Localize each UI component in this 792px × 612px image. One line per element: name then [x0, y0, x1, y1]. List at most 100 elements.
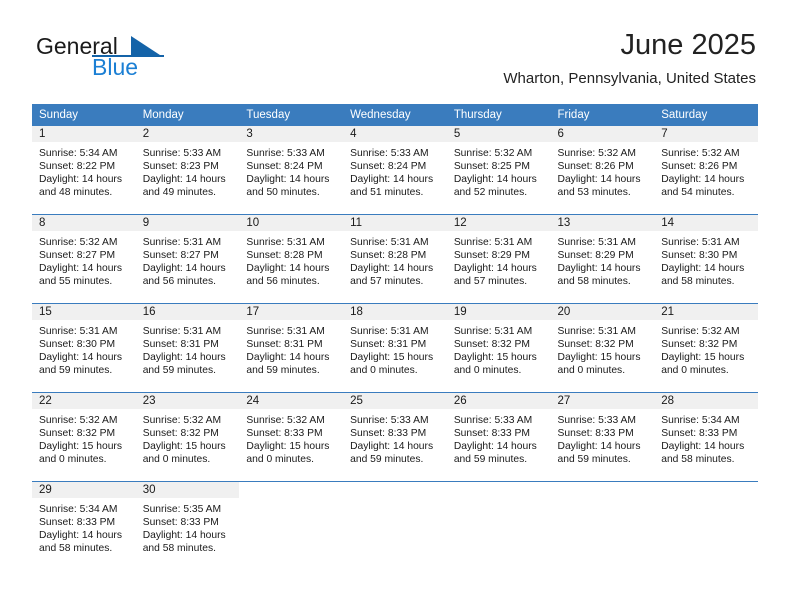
day-cell-empty: [446, 481, 551, 568]
day-cell[interactable]: 9 Sunrise: 5:31 AM Sunset: 8:27 PM Dayli…: [135, 214, 240, 304]
daylight-text-line2: and 59 minutes.: [557, 454, 631, 466]
day-cell[interactable]: 17 Sunrise: 5:31 AM Sunset: 8:31 PM Dayl…: [239, 303, 344, 393]
day-cell[interactable]: 25 Sunrise: 5:33 AM Sunset: 8:33 PM Dayl…: [343, 392, 447, 482]
day-info: Sunrise: 5:32 AM Sunset: 8:26 PM Dayligh…: [551, 142, 655, 199]
day-cell[interactable]: 13 Sunrise: 5:31 AM Sunset: 8:29 PM Dayl…: [550, 214, 655, 304]
day-number: 8: [32, 215, 136, 231]
week-row: 8 Sunrise: 5:32 AM Sunset: 8:27 PM Dayli…: [32, 214, 758, 304]
daylight-text-line2: and 58 minutes.: [661, 454, 735, 466]
sunrise-text: Sunrise: 5:34 AM: [39, 504, 118, 515]
day-info: Sunrise: 5:31 AM Sunset: 8:32 PM Dayligh…: [551, 320, 655, 377]
day-cell[interactable]: 10 Sunrise: 5:31 AM Sunset: 8:28 PM Dayl…: [239, 214, 344, 304]
day-cell[interactable]: 14 Sunrise: 5:31 AM Sunset: 8:30 PM Dayl…: [654, 214, 758, 304]
day-cell[interactable]: 20 Sunrise: 5:31 AM Sunset: 8:32 PM Dayl…: [550, 303, 655, 393]
daylight-text-line2: and 59 minutes.: [246, 365, 320, 377]
day-cell[interactable]: 27 Sunrise: 5:33 AM Sunset: 8:33 PM Dayl…: [550, 392, 655, 482]
sunset-text: Sunset: 8:33 PM: [39, 517, 116, 529]
day-info: Sunrise: 5:31 AM Sunset: 8:30 PM Dayligh…: [654, 231, 758, 288]
daylight-text-line1: Daylight: 14 hours: [453, 441, 537, 453]
daylight-text-line1: Daylight: 15 hours: [350, 352, 434, 364]
sunrise-text: Sunrise: 5:32 AM: [661, 148, 740, 159]
day-cell[interactable]: 24 Sunrise: 5:32 AM Sunset: 8:33 PM Dayl…: [239, 392, 344, 482]
day-cell-empty: [343, 481, 447, 568]
daylight-text-line1: Daylight: 15 hours: [661, 352, 745, 364]
daylight-text-line1: Daylight: 14 hours: [246, 263, 330, 275]
day-cell[interactable]: 16 Sunrise: 5:31 AM Sunset: 8:31 PM Dayl…: [135, 303, 240, 393]
day-cell[interactable]: 5 Sunrise: 5:32 AM Sunset: 8:25 PM Dayli…: [446, 126, 551, 215]
location-subtitle: Wharton, Pennsylvania, United States: [503, 70, 756, 87]
day-cell[interactable]: 1 Sunrise: 5:34 AM Sunset: 8:22 PM Dayli…: [32, 126, 136, 215]
day-cell[interactable]: 3 Sunrise: 5:33 AM Sunset: 8:24 PM Dayli…: [239, 126, 344, 215]
day-cell[interactable]: 18 Sunrise: 5:31 AM Sunset: 8:31 PM Dayl…: [343, 303, 447, 393]
day-info: Sunrise: 5:32 AM Sunset: 8:32 PM Dayligh…: [654, 320, 758, 377]
day-info: Sunrise: 5:32 AM Sunset: 8:25 PM Dayligh…: [447, 142, 551, 199]
day-cell[interactable]: 12 Sunrise: 5:31 AM Sunset: 8:29 PM Dayl…: [446, 214, 551, 304]
sunset-text: Sunset: 8:26 PM: [557, 161, 634, 173]
day-number: 13: [550, 215, 655, 231]
day-cell[interactable]: 15 Sunrise: 5:31 AM Sunset: 8:30 PM Dayl…: [32, 303, 136, 393]
day-info: Sunrise: 5:31 AM Sunset: 8:27 PM Dayligh…: [136, 231, 240, 288]
day-cell[interactable]: 11 Sunrise: 5:31 AM Sunset: 8:28 PM Dayl…: [343, 214, 447, 304]
day-info: Sunrise: 5:32 AM Sunset: 8:26 PM Dayligh…: [654, 142, 758, 199]
day-info: Sunrise: 5:32 AM Sunset: 8:33 PM Dayligh…: [239, 409, 343, 466]
day-number: 21: [654, 304, 758, 320]
day-cell[interactable]: 21 Sunrise: 5:32 AM Sunset: 8:32 PM Dayl…: [654, 303, 758, 393]
day-cell-empty: [654, 481, 758, 568]
daylight-text-line2: and 50 minutes.: [246, 187, 320, 199]
daylight-text-line1: Daylight: 14 hours: [453, 263, 537, 275]
daylight-text-line2: and 57 minutes.: [350, 276, 424, 288]
day-cell[interactable]: 2 Sunrise: 5:33 AM Sunset: 8:23 PM Dayli…: [135, 126, 240, 215]
day-number: 2: [135, 126, 240, 142]
daylight-text-line1: Daylight: 14 hours: [246, 352, 330, 364]
week-row: 22 Sunrise: 5:32 AM Sunset: 8:32 PM Dayl…: [32, 392, 758, 482]
day-number: 16: [135, 304, 240, 320]
brand-logo[interactable]: General Blue: [36, 33, 236, 89]
weekday-header-wednesday: Wednesday: [343, 104, 447, 126]
day-cell[interactable]: 28 Sunrise: 5:34 AM Sunset: 8:33 PM Dayl…: [654, 392, 758, 482]
daylight-text-line2: and 59 minutes.: [142, 365, 216, 377]
day-info: Sunrise: 5:31 AM Sunset: 8:31 PM Dayligh…: [239, 320, 343, 377]
day-info: Sunrise: 5:32 AM Sunset: 8:27 PM Dayligh…: [32, 231, 136, 288]
sunset-text: Sunset: 8:33 PM: [350, 428, 427, 440]
daylight-text-line1: Daylight: 14 hours: [350, 174, 434, 186]
daylight-text-line1: Daylight: 14 hours: [39, 352, 122, 364]
day-number: 6: [550, 126, 655, 142]
day-info: Sunrise: 5:34 AM Sunset: 8:22 PM Dayligh…: [32, 142, 136, 199]
daylight-text-line2: and 59 minutes.: [39, 365, 113, 377]
day-cell[interactable]: 19 Sunrise: 5:31 AM Sunset: 8:32 PM Dayl…: [446, 303, 551, 393]
day-info: Sunrise: 5:31 AM Sunset: 8:31 PM Dayligh…: [343, 320, 447, 377]
sunrise-text: Sunrise: 5:32 AM: [142, 415, 222, 426]
day-cell[interactable]: 6 Sunrise: 5:32 AM Sunset: 8:26 PM Dayli…: [550, 126, 655, 215]
day-cell[interactable]: 26 Sunrise: 5:33 AM Sunset: 8:33 PM Dayl…: [446, 392, 551, 482]
sunset-text: Sunset: 8:29 PM: [557, 250, 634, 262]
day-cell-empty: [239, 481, 344, 568]
sunset-text: Sunset: 8:33 PM: [142, 517, 219, 529]
day-cell[interactable]: 7 Sunrise: 5:32 AM Sunset: 8:26 PM Dayli…: [654, 126, 758, 215]
day-cell[interactable]: 30 Sunrise: 5:35 AM Sunset: 8:33 PM Dayl…: [135, 481, 240, 568]
daylight-text-line1: Daylight: 14 hours: [142, 174, 226, 186]
daylight-text-line2: and 51 minutes.: [350, 187, 424, 199]
daylight-text-line1: Daylight: 14 hours: [453, 174, 537, 186]
daylight-text-line2: and 56 minutes.: [142, 276, 216, 288]
daylight-text-line1: Daylight: 14 hours: [350, 441, 434, 453]
day-cell[interactable]: 8 Sunrise: 5:32 AM Sunset: 8:27 PM Dayli…: [32, 214, 136, 304]
day-number: 17: [239, 304, 344, 320]
daylight-text-line1: Daylight: 15 hours: [557, 352, 641, 364]
week-row: 15 Sunrise: 5:31 AM Sunset: 8:30 PM Dayl…: [32, 303, 758, 393]
sunset-text: Sunset: 8:27 PM: [39, 250, 116, 262]
day-cell[interactable]: 4 Sunrise: 5:33 AM Sunset: 8:24 PM Dayli…: [343, 126, 447, 215]
day-number: 24: [239, 393, 344, 409]
day-number: 7: [654, 126, 758, 142]
day-cell[interactable]: 22 Sunrise: 5:32 AM Sunset: 8:32 PM Dayl…: [32, 392, 136, 482]
sunset-text: Sunset: 8:32 PM: [557, 339, 634, 351]
daylight-text-line2: and 56 minutes.: [246, 276, 320, 288]
day-cell[interactable]: 29 Sunrise: 5:34 AM Sunset: 8:33 PM Dayl…: [32, 481, 136, 568]
sunset-text: Sunset: 8:30 PM: [39, 339, 116, 351]
daylight-text-line1: Daylight: 14 hours: [39, 530, 122, 542]
day-cell[interactable]: 23 Sunrise: 5:32 AM Sunset: 8:32 PM Dayl…: [135, 392, 240, 482]
week-row: 1 Sunrise: 5:34 AM Sunset: 8:22 PM Dayli…: [32, 126, 758, 215]
sunset-text: Sunset: 8:24 PM: [246, 161, 323, 173]
day-info: Sunrise: 5:31 AM Sunset: 8:28 PM Dayligh…: [239, 231, 343, 288]
sunrise-text: Sunrise: 5:35 AM: [142, 504, 222, 515]
daylight-text-line1: Daylight: 14 hours: [661, 441, 745, 453]
